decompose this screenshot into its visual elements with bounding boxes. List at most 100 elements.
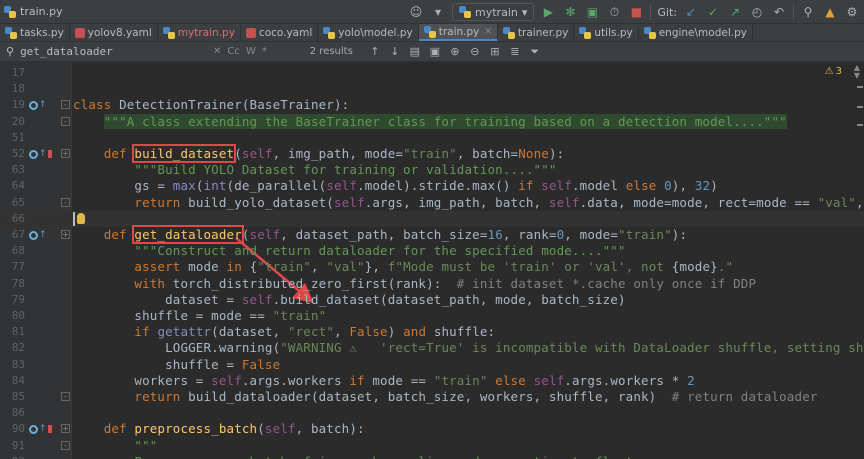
- regex-toggle[interactable]: *: [259, 46, 270, 57]
- code-line[interactable]: 82 LOGGER.warning("WARNING ⚠ 'rect=True'…: [0, 340, 864, 356]
- rollback-icon[interactable]: ↶: [771, 4, 787, 20]
- code-line[interactable]: 80 shuffle = mode == "train": [0, 308, 864, 324]
- fold-toggle-icon[interactable]: +: [61, 424, 70, 434]
- bookmark-icon[interactable]: [47, 150, 52, 158]
- code-editor[interactable]: ⚠ 3 ▲ ▼ 17 18 19 ↑ - class DetectionTrainer(Ba…: [0, 62, 864, 459]
- override-method-icon[interactable]: [29, 424, 38, 434]
- dropdown-icon[interactable]: ▾: [430, 4, 446, 20]
- code-text[interactable]: """Construct and return dataloader for t…: [73, 243, 626, 259]
- intention-bulb-icon[interactable]: [77, 212, 85, 224]
- tab-mytrain-py[interactable]: mytrain.py: [158, 24, 241, 41]
- code-line[interactable]: 65- return build_yolo_dataset(self.args,…: [0, 195, 864, 211]
- code-line[interactable]: 66: [0, 210, 864, 227]
- search-icon[interactable]: ⚲: [800, 4, 816, 20]
- code-text[interactable]: dataset = self.build_dataset(dataset_pat…: [73, 292, 626, 308]
- code-text[interactable]: def build_dataset(self, img_path, mode="…: [73, 144, 564, 163]
- remove-selection-icon[interactable]: ⊖: [467, 44, 483, 60]
- coverage-icon[interactable]: ▣: [584, 4, 600, 20]
- gutter-markers[interactable]: ↑: [29, 146, 52, 162]
- fold-toggle-icon[interactable]: -: [61, 100, 70, 110]
- override-method-icon[interactable]: [29, 149, 38, 159]
- find-input[interactable]: [20, 45, 171, 58]
- override-method-icon[interactable]: [29, 100, 38, 110]
- git-update-icon[interactable]: ↙: [683, 4, 699, 20]
- whole-words-toggle[interactable]: W: [243, 46, 259, 57]
- select-all-occurrences-icon[interactable]: ▤: [407, 44, 423, 60]
- code-line[interactable]: 90 ↑ + def preprocess_batch(self, batch):: [0, 421, 864, 437]
- close-tab-icon[interactable]: ✕: [484, 27, 492, 37]
- tab-coco-yaml[interactable]: coco.yaml: [241, 24, 319, 41]
- profile-icon[interactable]: ⏱: [606, 4, 622, 20]
- tab-engine-model-py[interactable]: engine\model.py: [639, 24, 753, 41]
- clear-icon[interactable]: ✕: [210, 46, 224, 57]
- code-line[interactable]: 77 assert mode in {"train", "val"}, f"Mo…: [0, 259, 864, 275]
- match-case-toggle[interactable]: Cc: [224, 46, 242, 57]
- tab-tasks-py[interactable]: tasks.py: [0, 24, 70, 41]
- code-text[interactable]: [73, 211, 75, 227]
- code-line[interactable]: 81 if getattr(dataset, "rect", False) an…: [0, 324, 864, 340]
- breadcrumb[interactable]: train.py: [0, 5, 63, 18]
- arrow-down-icon[interactable]: ↓: [387, 44, 403, 60]
- code-line[interactable]: 79 dataset = self.build_dataset(dataset_…: [0, 292, 864, 308]
- code-line[interactable]: 92 Preprocesses a batch of images by sca…: [0, 454, 864, 459]
- code-text[interactable]: if getattr(dataset, "rect", False) and s…: [73, 324, 495, 340]
- code-line[interactable]: 86: [0, 405, 864, 421]
- open-in-window-icon[interactable]: ▣: [427, 44, 443, 60]
- tab-train-py[interactable]: train.py ✕: [418, 24, 498, 41]
- gutter-markers[interactable]: ↑: [29, 97, 47, 113]
- go-to-super-icon[interactable]: ↑: [39, 424, 47, 434]
- fold-toggle-icon[interactable]: +: [61, 230, 70, 239]
- multiline-icon[interactable]: ≣: [507, 44, 523, 60]
- code-text[interactable]: assert mode in {"train", "val"}, f"Mode …: [73, 259, 733, 275]
- go-to-super-icon[interactable]: ↑: [39, 100, 47, 110]
- code-line[interactable]: 91 - """: [0, 438, 864, 454]
- code-text[interactable]: with torch_distributed_zero_first(rank):…: [73, 276, 756, 292]
- add-selection-icon[interactable]: ⊕: [447, 44, 463, 60]
- code-line[interactable]: 18: [0, 81, 864, 97]
- fold-toggle-icon[interactable]: -: [61, 440, 70, 450]
- find-field[interactable]: ⚲: [0, 43, 210, 61]
- debug-icon[interactable]: ✻: [562, 4, 578, 20]
- tab-trainer-py[interactable]: trainer.py: [498, 24, 575, 41]
- gutter-markers[interactable]: ↑: [29, 421, 52, 437]
- code-text[interactable]: def get_dataloader(self, dataset_path, b…: [73, 225, 687, 244]
- stop-icon[interactable]: ■: [628, 4, 644, 20]
- code-line[interactable]: 17: [0, 65, 864, 81]
- code-text[interactable]: LOGGER.warning("WARNING ⚠ 'rect=True' is…: [73, 340, 864, 356]
- code-text[interactable]: """: [73, 438, 157, 454]
- tab-yolov8-yaml[interactable]: yolov8.yaml: [70, 24, 158, 41]
- gutter-markers[interactable]: ↑: [29, 227, 47, 243]
- run-configuration-selector[interactable]: mytrain ▾: [452, 3, 535, 21]
- fold-toggle-icon[interactable]: -: [61, 116, 70, 126]
- history-icon[interactable]: ◴: [749, 4, 765, 20]
- fold-toggle-icon[interactable]: +: [61, 149, 70, 158]
- fold-toggle-icon[interactable]: -: [61, 392, 70, 401]
- user-icon[interactable]: ☺: [408, 4, 424, 20]
- code-line[interactable]: 64 gs = max(int(de_parallel(self.model).…: [0, 178, 864, 194]
- code-text[interactable]: """Build YOLO Dataset for training or va…: [73, 162, 557, 178]
- override-method-icon[interactable]: [29, 230, 38, 240]
- updates-icon[interactable]: ▲: [822, 4, 838, 20]
- code-line[interactable]: 83 shuffle = False: [0, 357, 864, 373]
- code-line[interactable]: 19 ↑ - class DetectionTrainer(BaseTrainer):: [0, 97, 864, 113]
- code-line[interactable]: 78 with torch_distributed_zero_first(ran…: [0, 276, 864, 292]
- bookmark-icon[interactable]: [47, 425, 52, 434]
- code-text[interactable]: Preprocesses a batch of images by scalin…: [73, 454, 641, 459]
- code-line[interactable]: 20 - """A class extending the BaseTrainer…: [0, 113, 864, 130]
- code-text[interactable]: shuffle = mode == "train": [73, 308, 326, 324]
- code-text[interactable]: """A class extending the BaseTrainer cla…: [73, 113, 787, 130]
- code-line[interactable]: 68 """Construct and return dataloader fo…: [0, 243, 864, 259]
- filter-icon[interactable]: ⏷: [527, 44, 543, 60]
- code-text[interactable]: workers = self.args.workers if mode == "…: [73, 373, 695, 389]
- tab-utils-py[interactable]: utils.py: [574, 24, 639, 41]
- code-line[interactable]: 52 ↑ + def build_dataset(self, img_path, m…: [0, 144, 864, 163]
- code-line[interactable]: 85 - return build_dataloader(dataset, bat…: [0, 389, 864, 405]
- git-push-icon[interactable]: ↗: [727, 4, 743, 20]
- code-text[interactable]: class DetectionTrainer(BaseTrainer):: [73, 97, 349, 113]
- go-to-super-icon[interactable]: ↑: [39, 149, 47, 159]
- fold-toggle-icon[interactable]: -: [61, 197, 70, 207]
- code-text[interactable]: gs = max(int(de_parallel(self.model).str…: [73, 178, 718, 194]
- code-line[interactable]: 67 ↑ + def get_dataloader(self, dataset_pa…: [0, 225, 864, 244]
- code-line[interactable]: 51: [0, 130, 864, 146]
- select-all-icon[interactable]: ⊞: [487, 44, 503, 60]
